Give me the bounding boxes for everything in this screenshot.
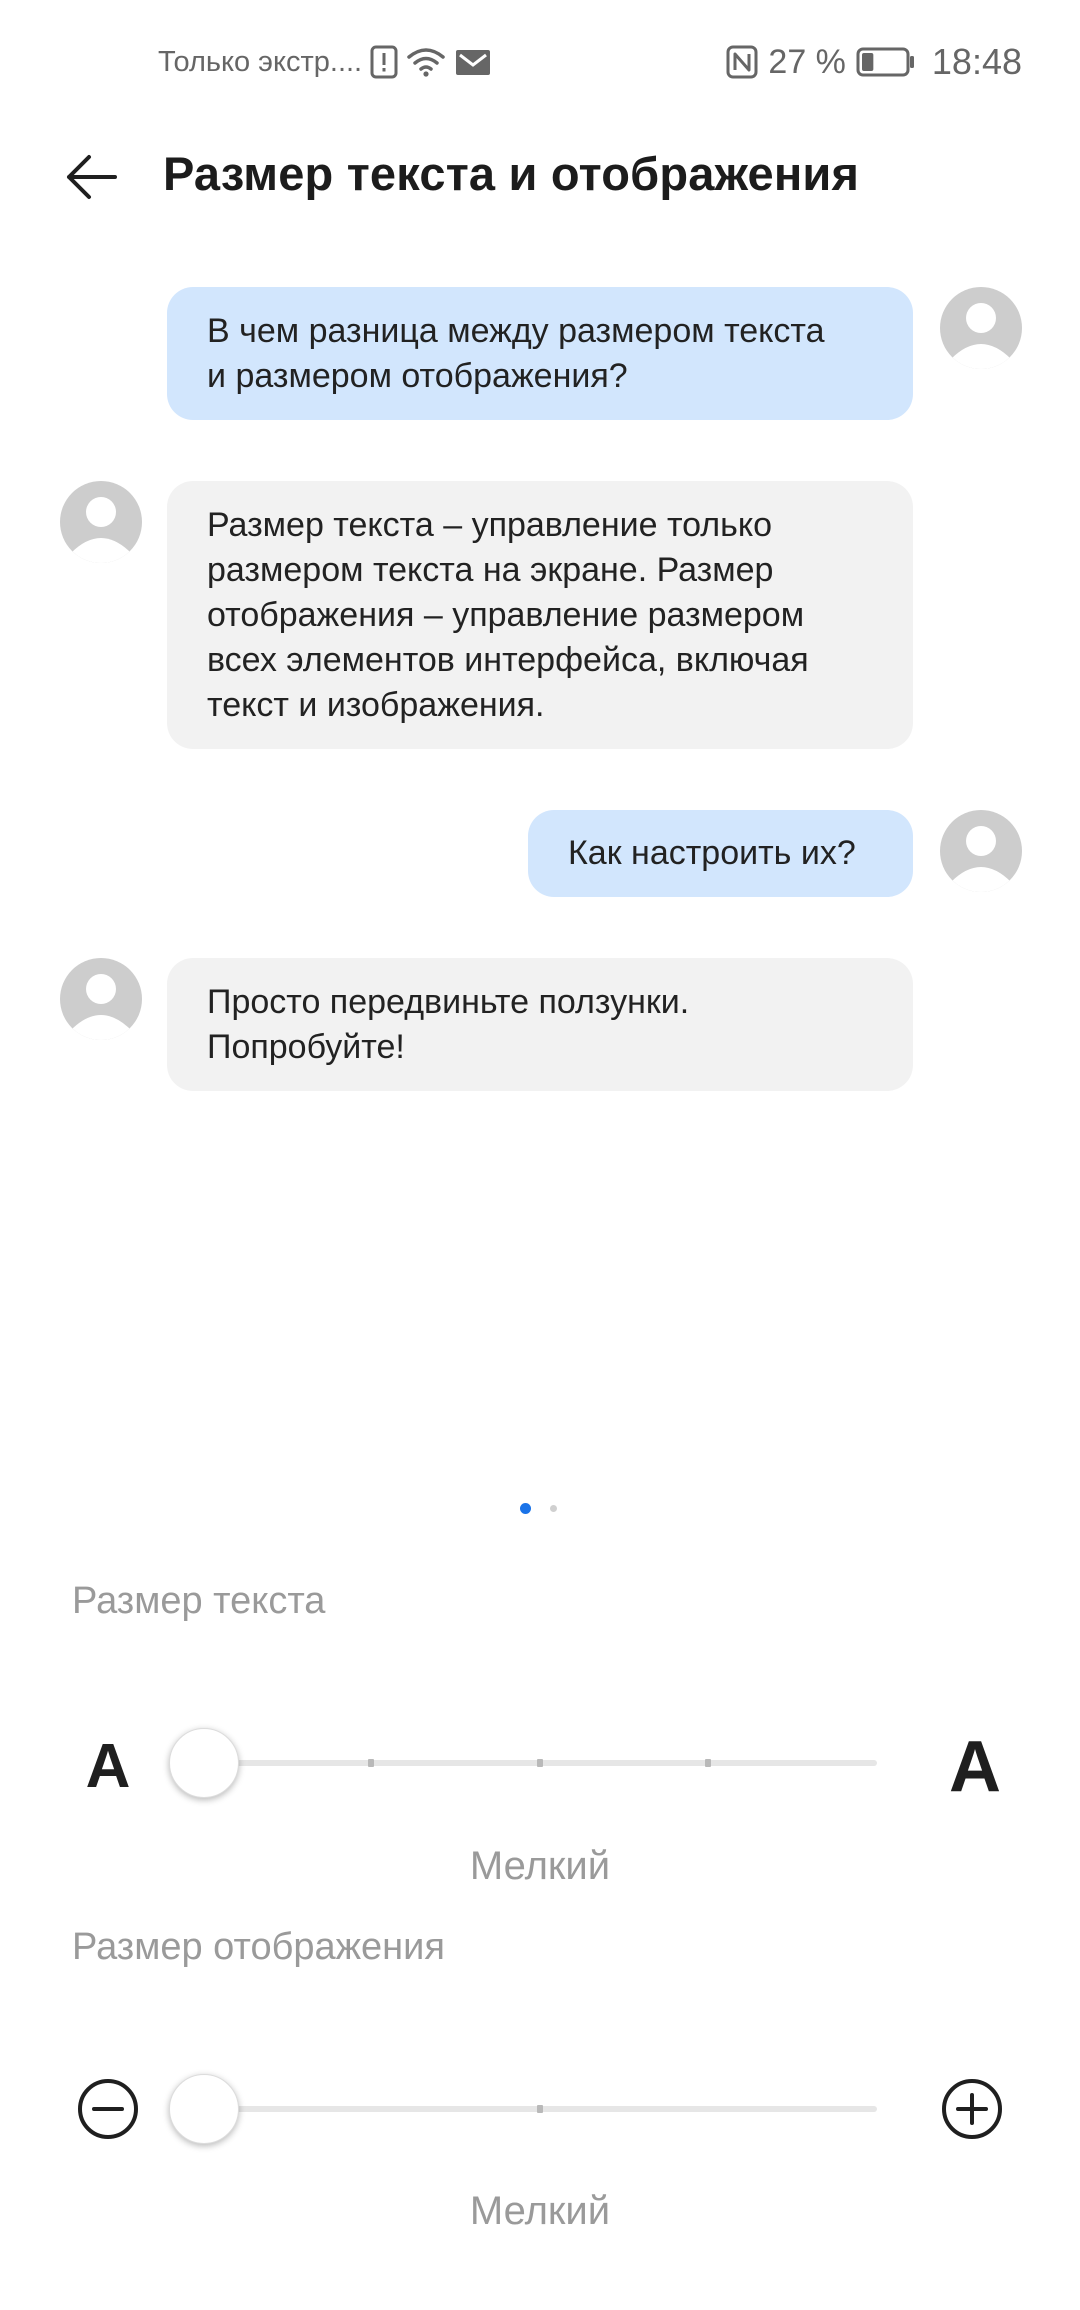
text-size-slider-thumb[interactable] xyxy=(169,1728,239,1798)
increase-display-size-button[interactable] xyxy=(940,2077,1004,2141)
display-size-label: Размер отображения xyxy=(72,1926,445,1968)
person-icon xyxy=(71,497,131,563)
page-title: Размер текста и отображения xyxy=(163,147,860,200)
message-bubble-incoming: Просто передвиньте ползунки. Попробуйте! xyxy=(167,958,913,1091)
message-text: Просто передвиньте ползунки. Попробуйте! xyxy=(207,983,690,1066)
minus-circle-icon xyxy=(78,2079,138,2139)
mail-icon xyxy=(454,46,492,78)
slider-tick xyxy=(705,1759,711,1767)
message-text: Размер текста – управление только размеро… xyxy=(207,506,809,724)
message-text: В чем разница между размером текста и раз… xyxy=(207,312,825,395)
avatar xyxy=(60,958,142,1040)
plus-circle-icon xyxy=(942,2079,1002,2139)
message-bubble-outgoing: Как настроить их? xyxy=(528,810,913,897)
status-left: Только экстр.... xyxy=(158,40,492,84)
wifi-icon xyxy=(406,46,446,78)
display-size-slider-thumb[interactable] xyxy=(169,2074,239,2144)
display-size-slider[interactable] xyxy=(203,2105,877,2113)
text-size-value: Мелкий xyxy=(469,1844,611,1888)
person-icon xyxy=(951,826,1011,892)
text-size-label: Размер текста xyxy=(72,1580,326,1622)
display-size-value: Мелкий xyxy=(469,2189,611,2233)
clock: 18:48 xyxy=(931,41,1022,82)
message-bubble-incoming: Размер текста – управление только размеро… xyxy=(167,481,913,749)
text-size-large-glyph[interactable]: A xyxy=(935,1727,1015,1807)
back-button[interactable] xyxy=(56,142,126,212)
avatar xyxy=(940,810,1022,892)
page-dot-active[interactable] xyxy=(520,1503,531,1514)
decrease-display-size-button[interactable] xyxy=(76,2077,140,2141)
nfc-icon xyxy=(726,45,758,79)
alert-icon xyxy=(370,45,398,79)
notification-text: Только экстр.... xyxy=(158,45,363,78)
slider-tick xyxy=(537,2105,543,2113)
avatar xyxy=(940,287,1022,369)
status-bar: Только экстр.... 27 % 18:48 xyxy=(0,0,1080,120)
page-dot[interactable] xyxy=(550,1505,557,1512)
battery-percent: 27 % xyxy=(768,42,846,81)
text-size-slider[interactable] xyxy=(203,1759,877,1767)
message-bubble-outgoing: В чем разница между размером текста и раз… xyxy=(167,287,913,420)
slider-tick xyxy=(537,1759,543,1767)
battery-icon xyxy=(856,47,916,77)
person-icon xyxy=(951,303,1011,369)
status-right: 27 % 18:48 xyxy=(726,40,1022,84)
slider-tick xyxy=(368,1759,374,1767)
text-size-small-glyph[interactable]: A xyxy=(78,1732,138,1802)
app-bar: Размер текста и отображения xyxy=(0,120,1080,232)
arrow-left-icon xyxy=(67,155,117,199)
avatar xyxy=(60,481,142,563)
message-text: Как настроить их? xyxy=(568,834,856,872)
person-icon xyxy=(71,974,131,1040)
